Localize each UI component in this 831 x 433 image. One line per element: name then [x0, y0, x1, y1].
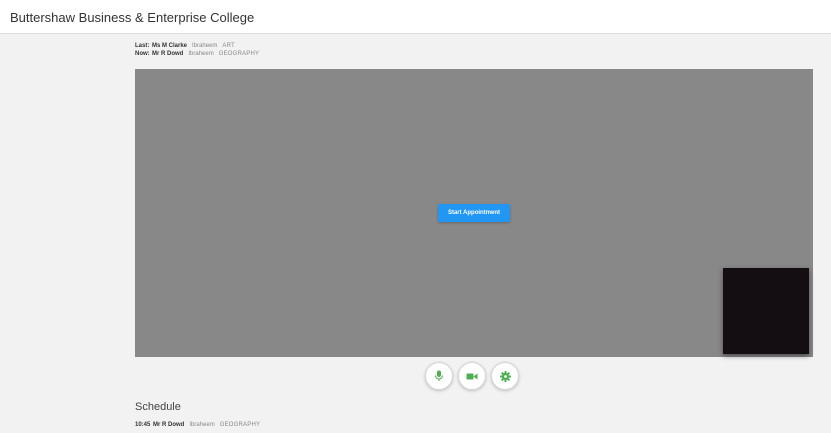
microphone-icon	[434, 370, 444, 382]
start-appointment-button[interactable]: Start Appointment	[438, 204, 510, 222]
app-title: Buttershaw Business & Enterprise College	[10, 10, 255, 25]
schedule-time: 10:45	[135, 422, 151, 428]
top-bar: Buttershaw Business & Enterprise College	[0, 0, 831, 34]
last-appointment-row: Last: Ms M Clarke Ibraheem ART	[135, 42, 259, 50]
last-teacher: Ms M Clarke	[152, 43, 188, 49]
current-appointment-row: Now: Mr R Dowd Ibraheem GEOGRAPHY	[135, 50, 259, 58]
last-student: Ibraheem	[192, 43, 218, 49]
session-info: Last: Ms M Clarke Ibraheem ART Now: Mr R…	[135, 42, 259, 58]
schedule-heading: Schedule	[135, 401, 181, 413]
microphone-button[interactable]	[425, 362, 453, 390]
schedule-item: 10:45 Mr R Dowd Ibraheem GEOGRAPHY	[135, 421, 260, 429]
camera-button[interactable]	[458, 362, 486, 390]
now-subject: GEOGRAPHY	[218, 51, 260, 57]
video-stage: Start Appointment	[135, 69, 813, 357]
schedule-teacher: Mr R Dowd	[153, 422, 185, 428]
now-student: Ibraheem	[188, 51, 214, 57]
settings-button[interactable]	[491, 362, 519, 390]
self-view-video	[723, 268, 809, 354]
last-label: Last:	[135, 43, 150, 49]
schedule-student: Ibraheem	[189, 422, 215, 428]
gear-icon	[499, 370, 511, 382]
last-subject: ART	[222, 43, 235, 49]
schedule-subject: GEOGRAPHY	[219, 422, 261, 428]
now-teacher: Mr R Dowd	[152, 51, 184, 57]
now-label: Now:	[135, 51, 150, 57]
call-controls	[425, 362, 519, 390]
video-camera-icon	[466, 372, 478, 381]
